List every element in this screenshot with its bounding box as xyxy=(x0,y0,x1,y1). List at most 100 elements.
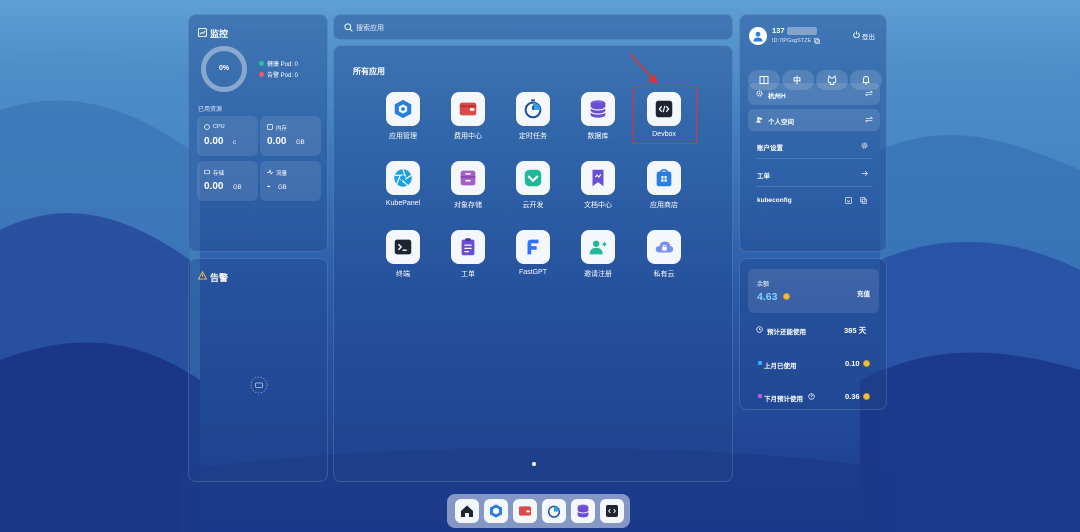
app-invite[interactable]: 邀请注册 xyxy=(566,230,630,290)
alert-dot xyxy=(259,72,264,77)
storage-box-icon xyxy=(451,161,485,195)
ticket-icon xyxy=(451,230,485,264)
app-cron-jobs[interactable]: 定时任务 xyxy=(501,92,565,152)
app-billing[interactable]: 费用中心 xyxy=(436,92,500,152)
search-icon xyxy=(344,23,353,32)
avatar[interactable] xyxy=(749,27,767,45)
terminal-icon xyxy=(386,230,420,264)
app-kubepanel[interactable]: KubePanel xyxy=(371,161,435,221)
app-label: 定时任务 xyxy=(519,133,547,140)
dock-database[interactable] xyxy=(571,499,595,523)
balance-card: 余额 4.63 充值 xyxy=(748,269,879,313)
balance-value: 4.63 xyxy=(757,291,778,303)
storage-label: 存储 xyxy=(213,171,225,177)
workspace-selector[interactable]: 个人空间 xyxy=(748,109,880,131)
ticket-link[interactable]: 工单 xyxy=(757,170,770,180)
app-store[interactable]: 应用商店 xyxy=(632,161,696,221)
divider xyxy=(756,186,872,187)
search-bar[interactable]: 搜索应用 xyxy=(333,14,733,40)
app-private-cloud[interactable]: 私有云 xyxy=(632,230,696,290)
last-month-value: 0.10 xyxy=(845,359,860,368)
app-terminal[interactable]: 终端 xyxy=(371,230,435,290)
app-database[interactable]: 数据库 xyxy=(566,92,630,152)
app-label: FastGPT xyxy=(518,269,547,276)
docs-icon xyxy=(581,161,615,195)
settings-gear-icon xyxy=(861,142,868,149)
copy-icon[interactable] xyxy=(814,38,820,44)
annotation-arrow-icon xyxy=(629,53,658,84)
app-app-management[interactable]: 应用管理 xyxy=(371,92,435,152)
copy-icon[interactable] xyxy=(860,197,867,204)
app-label: KubePanel xyxy=(385,200,421,207)
app-store-icon xyxy=(647,161,681,195)
switch-icon xyxy=(865,90,873,97)
dock-home[interactable] xyxy=(455,499,479,523)
balance-label: 余额 xyxy=(757,282,770,288)
app-docs[interactable]: 文档中心 xyxy=(566,161,630,221)
healthy-pod: 健康 Pod: 0 xyxy=(267,62,299,68)
app-fastgpt[interactable]: FastGPT xyxy=(501,230,565,290)
storage-card: 存储 0.00 GB xyxy=(197,161,258,201)
database-icon xyxy=(577,504,589,518)
resources-label: 已用资源 xyxy=(198,107,223,113)
memory-label: 内存 xyxy=(276,126,288,132)
dock-billing[interactable] xyxy=(513,499,537,523)
empty-state-icon xyxy=(250,376,268,394)
cpu-value: 0.00 xyxy=(204,136,224,147)
dock-app-management[interactable] xyxy=(484,499,508,523)
warning-icon xyxy=(198,271,207,280)
download-icon[interactable] xyxy=(845,197,852,204)
app-ticket[interactable]: 工单 xyxy=(436,230,500,290)
cpu-icon xyxy=(204,124,210,130)
alert-pod: 告警 Pod: 0 xyxy=(267,73,299,79)
home-icon xyxy=(461,505,473,517)
app-cloud-dev[interactable]: 云开发 xyxy=(501,161,565,221)
recharge-button[interactable]: 充值 xyxy=(857,288,870,298)
kubeconfig-link[interactable]: kubeconfig xyxy=(757,197,792,204)
account-settings-link[interactable]: 账户设置 xyxy=(757,142,783,152)
region-label: 杭州H xyxy=(768,93,786,100)
dock xyxy=(447,494,630,528)
app-label: 工单 xyxy=(461,271,475,278)
monitor-title: 监控 xyxy=(210,29,229,39)
power-icon xyxy=(853,31,860,38)
last-month-dot xyxy=(758,361,762,365)
next-month-dot xyxy=(758,394,762,398)
app-label: 数据库 xyxy=(587,133,609,140)
days-label: 预计还能使用 xyxy=(767,329,806,336)
coin-icon xyxy=(863,360,870,367)
app-object-storage[interactable]: 对象存储 xyxy=(436,161,500,221)
alerts-title: 告警 xyxy=(210,273,229,283)
logout-button[interactable]: 登出 xyxy=(862,31,875,41)
dock-cron-jobs[interactable] xyxy=(542,499,566,523)
usage-percent: 0% xyxy=(218,65,230,72)
traffic-label: 流量 xyxy=(276,171,288,177)
app-label: 应用商店 xyxy=(650,202,678,209)
switch-icon xyxy=(865,116,873,123)
help-icon[interactable] xyxy=(808,393,815,400)
app-label: 对象存储 xyxy=(454,202,482,209)
user-avatar-icon xyxy=(753,31,763,42)
app-label: 私有云 xyxy=(653,271,675,278)
user-phone: 137 xyxy=(772,26,785,35)
page-indicator xyxy=(532,462,536,466)
monitor-panel: 监控 0% 健康 Pod: 0 告警 Pod: 0 已用资源 CPU 0.00 … xyxy=(188,14,328,252)
code-icon xyxy=(606,505,618,517)
user-panel: 137 ID:7lPGsgSTZE 登出 中 杭州H 个人空间 账户设置 工单 … xyxy=(739,14,887,252)
timer-icon xyxy=(516,92,550,126)
app-label: 文档中心 xyxy=(584,202,612,209)
storage-icon xyxy=(204,169,210,175)
storage-unit: GB xyxy=(233,185,242,191)
cpu-unit: c xyxy=(233,140,236,146)
phone-mask xyxy=(787,27,817,35)
hexagon-icon xyxy=(490,504,502,518)
hexagon-icon xyxy=(386,92,420,126)
aperture-icon xyxy=(386,161,420,195)
app-label: 应用管理 xyxy=(389,133,417,140)
last-month-label: 上月已使用 xyxy=(764,363,797,370)
clock-icon xyxy=(756,326,763,333)
wallet-icon xyxy=(519,506,531,516)
memory-value: 0.00 xyxy=(267,136,287,147)
region-selector[interactable]: 杭州H xyxy=(748,83,880,105)
dock-devbox[interactable] xyxy=(600,499,624,523)
